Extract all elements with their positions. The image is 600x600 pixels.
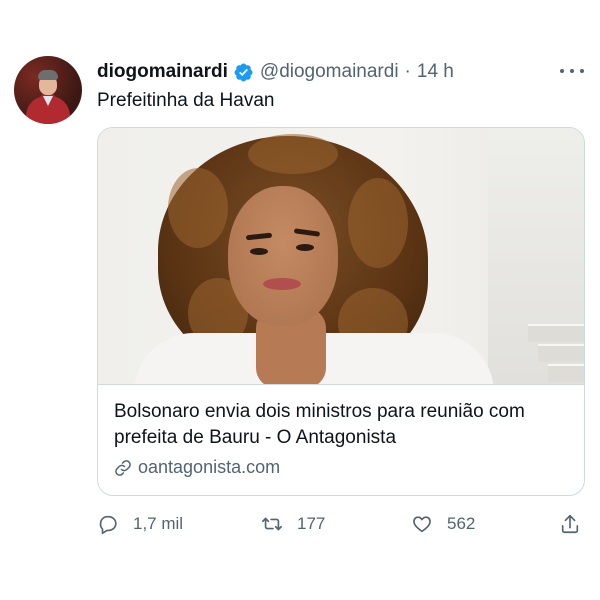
tweet-text: Prefeitinha da Havan [97, 90, 275, 111]
retweet-count: 177 [297, 514, 326, 533]
reply-button[interactable]: 1,7 mil [97, 511, 183, 537]
like-button[interactable]: 562 [411, 511, 475, 537]
card-domain-row: oantagonista.com [114, 457, 568, 478]
display-name[interactable]: diogomainardi [97, 61, 228, 83]
avatar[interactable] [14, 56, 82, 124]
card-domain: oantagonista.com [138, 457, 281, 477]
more-icon[interactable] [560, 62, 584, 80]
retweet-button[interactable]: 177 [261, 511, 325, 537]
link-icon [114, 459, 132, 477]
user-handle[interactable]: @diogomainardi [260, 61, 399, 83]
tweet-timestamp[interactable]: 14 h [417, 61, 454, 83]
reply-icon [99, 515, 117, 534]
tweet-header: diogomainardi @diogomainardi · 14 h [97, 60, 454, 84]
card-title[interactable]: Bolsonaro envia dois ministros para reun… [114, 399, 568, 451]
card-image [98, 128, 584, 384]
avatar-hair [38, 70, 58, 80]
like-count: 562 [447, 514, 476, 533]
link-card[interactable]: Bolsonaro envia dois ministros para reun… [97, 127, 585, 496]
share-icon [561, 514, 579, 534]
share-button[interactable] [559, 511, 595, 537]
retweet-icon [262, 517, 282, 531]
reply-count: 1,7 mil [133, 514, 184, 533]
tweet: diogomainardi @diogomainardi · 14 h Pref… [0, 0, 600, 600]
separator-dot: · [404, 61, 411, 82]
verified-badge-icon [233, 62, 254, 83]
tweet-actions: 1,7 mil 177 562 [97, 511, 587, 537]
card-body: Bolsonaro envia dois ministros para reun… [98, 384, 584, 495]
like-icon [413, 516, 431, 533]
